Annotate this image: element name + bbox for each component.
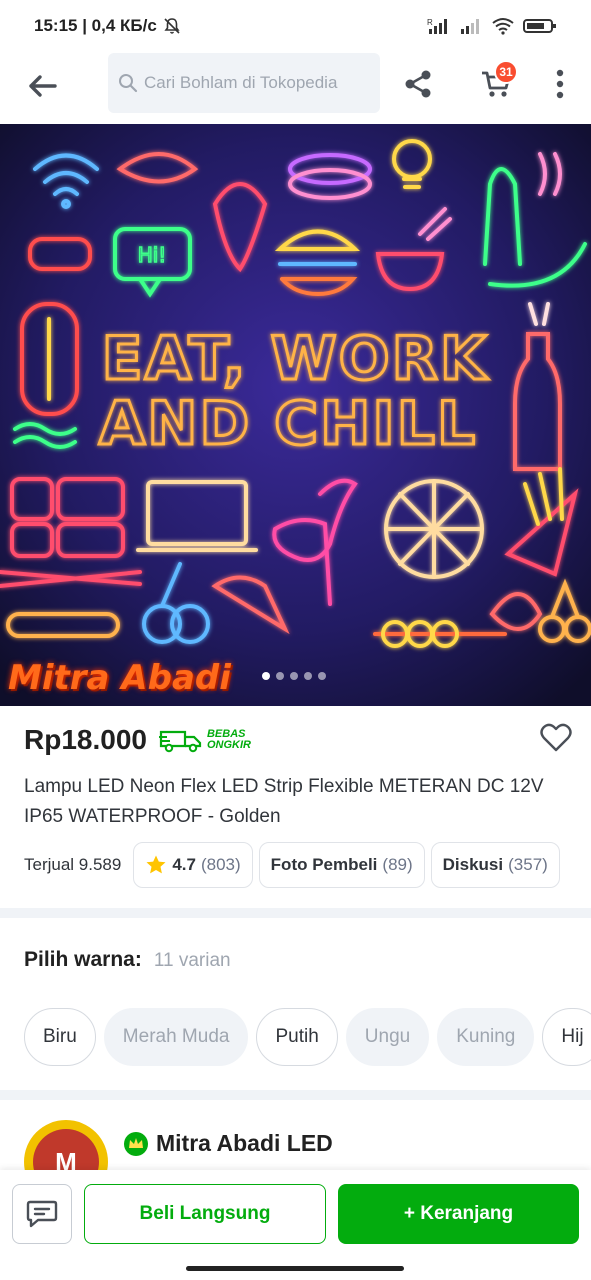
variant-option[interactable]: Biru <box>24 1008 96 1066</box>
variant-option[interactable]: Ungu <box>345 1008 430 1066</box>
variant-option[interactable]: Kuning <box>437 1008 535 1066</box>
variant-count: 11 varian <box>153 950 231 971</box>
back-button[interactable] <box>22 66 62 106</box>
stats-row: Terjual 9.589 4.7 (803) Foto Pembeli (89… <box>24 842 591 888</box>
variant-header: Pilih warna: 11 varian <box>24 948 231 972</box>
product-price: Rp18.000 <box>24 724 147 755</box>
neon-headline-1: EAT, WORK <box>102 324 489 394</box>
add-to-cart-button[interactable]: + Keranjang <box>338 1184 579 1244</box>
wishlist-button[interactable] <box>538 720 574 756</box>
discussion-count: (357) <box>508 855 548 874</box>
battery-icon <box>523 19 556 33</box>
neon-bubble-text: Hi! <box>138 243 167 267</box>
discussion-label: Diskusi <box>442 855 504 874</box>
heart-icon <box>540 723 572 752</box>
search-input[interactable]: Cari Bohlam di Tokopedia <box>108 53 380 113</box>
rating-count: (803) <box>200 855 241 874</box>
discussion-chip[interactable]: Diskusi (357) <box>430 842 560 888</box>
carousel-dot[interactable] <box>304 672 312 680</box>
crown-icon <box>129 1138 143 1148</box>
carousel-dot[interactable] <box>276 672 284 680</box>
neon-sign-image: EAT, WORK AND CHILL Hi! <box>0 124 591 706</box>
wifi-icon <box>492 18 514 35</box>
buyer-photos-label: Foto Pembeli <box>270 855 378 874</box>
status-time: 15:15 | 0,4 КБ/с <box>34 16 157 35</box>
more-vertical-icon <box>556 69 564 99</box>
product-title: Lampu LED Neon Flex LED Strip Flexible M… <box>24 776 544 827</box>
more-options-button[interactable] <box>544 64 576 104</box>
signal-icon <box>461 19 479 34</box>
free-shipping-line2: ONGKIR <box>206 739 251 751</box>
shop-name[interactable]: Mitra Abadi LED <box>156 1130 333 1157</box>
buyer-photos-count: (89) <box>382 855 413 874</box>
price-row: Rp18.000 BEBAS ONGKIR <box>24 718 574 762</box>
delivery-truck-icon <box>158 730 202 753</box>
variant-option[interactable]: Hij <box>542 1008 591 1066</box>
star-icon <box>146 855 166 874</box>
status-left: 15:15 | 0,4 КБ/с <box>34 16 181 36</box>
share-icon <box>405 70 431 98</box>
carousel-dot[interactable] <box>290 672 298 680</box>
search-icon <box>119 74 138 93</box>
rating-chip[interactable]: 4.7 (803) <box>133 842 253 888</box>
section-divider <box>0 1090 591 1100</box>
rating-value: 4.7 <box>172 855 196 874</box>
chat-button[interactable] <box>12 1184 72 1244</box>
variant-label: Pilih warna: <box>24 948 142 971</box>
search-placeholder: Cari Bohlam di Tokopedia <box>144 73 338 92</box>
bottom-action-bar: Beli Langsung + Keranjang <box>0 1170 591 1280</box>
carousel-dot[interactable] <box>318 672 326 680</box>
section-divider <box>0 908 591 918</box>
top-bar: Cari Bohlam di Tokopedia 31 <box>0 52 591 124</box>
svg-text:R: R <box>427 18 433 27</box>
image-watermark: Mitra Abadi <box>8 658 231 698</box>
official-shop-badge <box>124 1132 148 1156</box>
mute-icon <box>164 18 180 34</box>
buy-now-button[interactable]: Beli Langsung <box>84 1184 326 1244</box>
chat-icon <box>26 1200 58 1228</box>
home-indicator[interactable] <box>186 1266 404 1271</box>
arrow-left-icon <box>29 75 57 97</box>
variant-option[interactable]: Merah Muda <box>103 1008 249 1066</box>
product-image-carousel[interactable]: EAT, WORK AND CHILL Hi! Mitra Abadi <box>0 124 591 706</box>
status-right: R <box>427 17 557 35</box>
status-bar: 15:15 | 0,4 КБ/с R <box>0 0 591 52</box>
free-shipping-badge: BEBAS ONGKIR <box>158 727 251 753</box>
variant-option[interactable]: Putih <box>256 1008 338 1066</box>
carousel-dots <box>262 672 326 680</box>
buyer-photos-chip[interactable]: Foto Pembeli (89) <box>258 842 425 888</box>
neon-headline-2: AND CHILL <box>99 389 477 459</box>
cart-count-badge: 31 <box>494 60 518 84</box>
signal-roaming-icon: R <box>427 18 447 34</box>
sold-count: Terjual 9.589 <box>24 855 122 874</box>
carousel-dot[interactable] <box>262 672 270 680</box>
variant-options: Biru Merah Muda Putih Ungu Kuning Hij <box>24 1008 591 1066</box>
share-button[interactable] <box>398 64 438 104</box>
